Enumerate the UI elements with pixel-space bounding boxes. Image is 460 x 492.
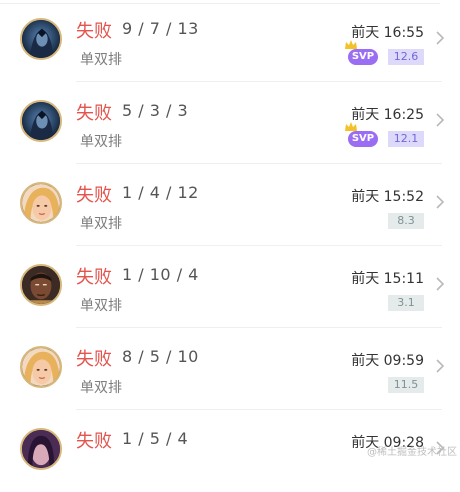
match-result: 失败 bbox=[76, 267, 112, 288]
rating-badge: 12.1 bbox=[388, 131, 424, 147]
svp-label: SVP bbox=[351, 51, 375, 62]
chevron-right-icon[interactable] bbox=[435, 276, 445, 292]
chevron-right-icon[interactable] bbox=[435, 358, 445, 374]
crown-icon bbox=[345, 40, 357, 49]
match-row[interactable]: 失败 1 / 10 / 4 单双排 前天 15:11 3.1 bbox=[0, 246, 460, 328]
kda-score: 9 / 7 / 13 bbox=[122, 19, 199, 38]
match-result: 失败 bbox=[76, 21, 112, 42]
rating-badge: 8.3 bbox=[388, 213, 424, 229]
kda-score: 1 / 4 / 12 bbox=[122, 183, 199, 202]
match-time: 前天 16:55 bbox=[351, 25, 424, 41]
match-result: 失败 bbox=[76, 431, 112, 452]
match-time: 前天 15:52 bbox=[351, 189, 424, 205]
hero-avatar bbox=[20, 18, 62, 60]
rating-badge: 3.1 bbox=[388, 295, 424, 311]
match-result: 失败 bbox=[76, 185, 112, 206]
hero-avatar bbox=[20, 346, 62, 388]
hero-avatar bbox=[20, 182, 62, 224]
rating-badge: 12.6 bbox=[388, 49, 424, 65]
svp-badge: SVP bbox=[345, 122, 378, 147]
game-mode: 单双排 bbox=[80, 380, 122, 396]
match-time: 前天 16:25 bbox=[351, 107, 424, 123]
match-row[interactable]: 失败 5 / 3 / 3 单双排 前天 16:25 SVP 12.1 bbox=[0, 82, 460, 164]
match-row[interactable]: 失败 8 / 5 / 10 单双排 前天 09:59 11.5 bbox=[0, 328, 460, 410]
chevron-right-icon[interactable] bbox=[435, 112, 445, 128]
chevron-right-icon[interactable] bbox=[435, 30, 445, 46]
game-mode: 单双排 bbox=[80, 298, 122, 314]
hero-avatar bbox=[20, 264, 62, 306]
game-mode: 单双排 bbox=[80, 216, 122, 232]
watermark: @稀土掘金技术社区 bbox=[367, 447, 457, 458]
kda-score: 5 / 3 / 3 bbox=[122, 101, 189, 120]
game-mode: 单双排 bbox=[80, 52, 122, 68]
kda-score: 1 / 5 / 4 bbox=[122, 429, 189, 448]
kda-score: 8 / 5 / 10 bbox=[122, 347, 199, 366]
match-result: 失败 bbox=[76, 349, 112, 370]
crown-icon bbox=[345, 122, 357, 131]
match-time: 前天 15:11 bbox=[351, 271, 424, 287]
match-row[interactable]: 失败 1 / 4 / 12 单双排 前天 15:52 8.3 bbox=[0, 164, 460, 246]
kda-score: 1 / 10 / 4 bbox=[122, 265, 199, 284]
game-mode: 单双排 bbox=[80, 134, 122, 150]
hero-avatar bbox=[20, 428, 62, 470]
match-result: 失败 bbox=[76, 103, 112, 124]
svp-label: SVP bbox=[351, 133, 375, 144]
svp-badge: SVP bbox=[345, 40, 378, 65]
hero-avatar bbox=[20, 100, 62, 142]
rating-badge: 11.5 bbox=[388, 377, 424, 393]
chevron-right-icon[interactable] bbox=[435, 194, 445, 210]
match-time: 前天 09:59 bbox=[351, 353, 424, 369]
match-row[interactable]: 失败 9 / 7 / 13 单双排 前天 16:55 SVP 12.6 bbox=[0, 0, 460, 82]
